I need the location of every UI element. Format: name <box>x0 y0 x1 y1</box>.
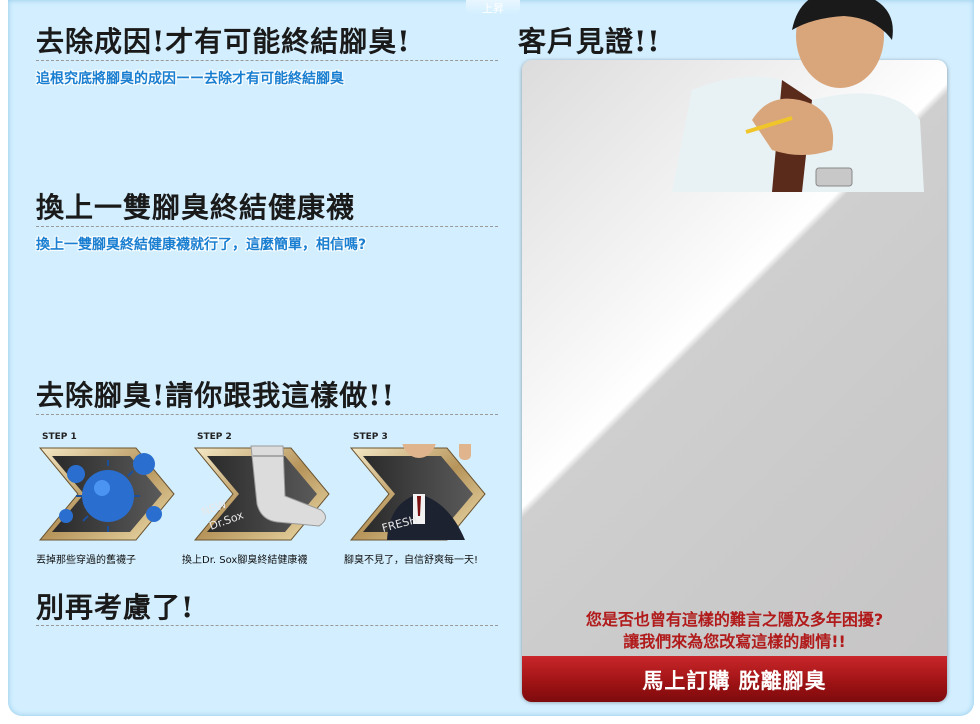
divider <box>36 226 498 227</box>
section-title-socks: 換上一雙腳臭終結健康襪 <box>36 191 356 224</box>
top-tab[interactable]: 上昇 <box>466 0 520 15</box>
section-title-steps: 去除腳臭!請你跟我這樣做!! <box>36 379 395 412</box>
step-3-label: STEP 3 <box>353 432 388 442</box>
step-2-label: STEP 2 <box>197 432 232 442</box>
step-1-image <box>38 447 175 541</box>
step-1-label: STEP 1 <box>42 432 77 442</box>
section-subtitle-socks: 換上一雙腳臭終結健康襪就行了，這麼簡單，相信嗎? <box>36 237 367 253</box>
step-1-caption: 丟掉那些穿過的舊襪子 <box>36 555 136 566</box>
testimonial-title: 客戶見證!! <box>518 25 661 58</box>
section-title-decide: 別再考慮了! <box>36 591 195 624</box>
thinking-man-photo <box>672 0 924 192</box>
step-3-image: FRESH <box>349 444 486 541</box>
testimonial-question: 您是否也曾有這樣的難言之隱及多年困擾? <box>585 610 884 629</box>
page-frame: 上昇 去除成因!才有可能終結腳臭! 追根究底將腳臭的成因ーー去除才有可能終結腳臭… <box>0 0 980 724</box>
divider <box>36 625 498 626</box>
step-2-caption: 換上Dr. Sox腳臭終結健康襪 <box>182 555 308 566</box>
section-title-cause: 去除成因!才有可能終結腳臭! <box>36 25 411 58</box>
testimonial-promise: 讓我們來為您改寫這樣的劇情!! <box>623 632 846 651</box>
step-3-caption: 腳臭不見了，自信舒爽每一天! <box>344 555 479 566</box>
divider <box>36 60 498 61</box>
order-button-label[interactable]: 馬上訂購 脫離腳臭 <box>522 665 947 695</box>
divider <box>36 414 498 415</box>
step-2-image: NEW Dr.Sox <box>193 445 330 541</box>
section-subtitle-cause: 追根究底將腳臭的成因ーー去除才有可能終結腳臭 <box>36 71 344 87</box>
